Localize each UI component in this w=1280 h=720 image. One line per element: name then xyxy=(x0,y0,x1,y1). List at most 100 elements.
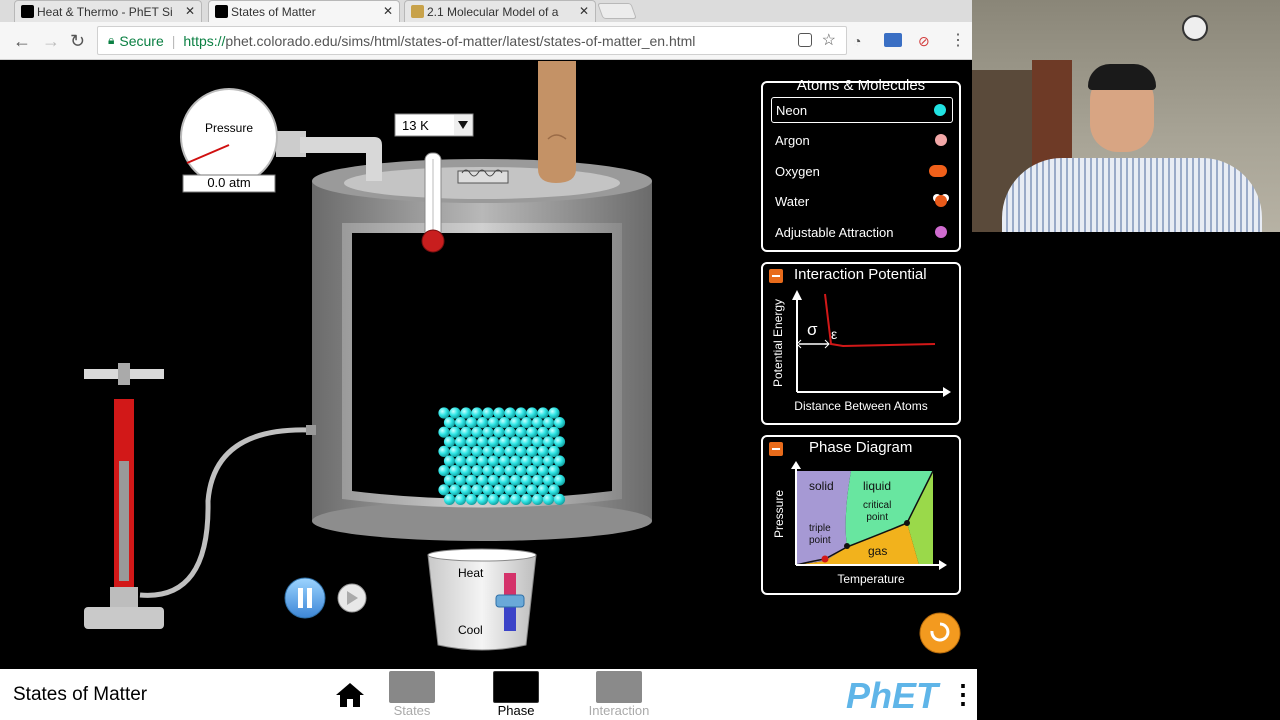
atom-option-neon[interactable]: Neon xyxy=(771,97,953,123)
neon-atom xyxy=(520,474,533,486)
neon-atom xyxy=(460,484,472,496)
neon-atom xyxy=(493,426,505,438)
new-tab-button[interactable] xyxy=(597,3,637,19)
atom-label: Neon xyxy=(776,102,808,118)
neon-atom xyxy=(449,484,461,496)
argon-atom-icon xyxy=(935,134,947,146)
webcam-overlay xyxy=(972,0,1280,232)
neon-atom xyxy=(482,445,494,457)
neon-atom xyxy=(553,474,566,486)
phase-panel-title: Phase Diagram xyxy=(809,439,913,456)
neon-atom xyxy=(526,407,538,419)
url-path: phet.colorado.edu/sims/html/states-of-ma… xyxy=(225,32,696,49)
neon-atom xyxy=(443,417,456,429)
temperature-readout: 13 K xyxy=(402,118,429,133)
water-molecule-icon xyxy=(935,195,947,207)
browser-tab-molecular-model[interactable]: 2.1 Molecular Model of a ✕ xyxy=(404,0,596,22)
back-arrow-icon[interactable]: ← xyxy=(13,31,31,52)
neon-atom xyxy=(476,493,489,505)
liquid-region-label: liquid xyxy=(863,479,892,493)
neon-atom xyxy=(537,484,549,496)
browser-tab-heat-thermo[interactable]: Heat & Thermo - PhET Si ✕ xyxy=(14,0,202,22)
atom-option-adjustable-attraction[interactable]: Adjustable Attraction xyxy=(771,219,953,245)
neon-atom xyxy=(504,484,516,496)
neon-atom xyxy=(515,445,527,457)
translate-icon[interactable] xyxy=(798,33,812,47)
neon-atom xyxy=(460,465,472,477)
lid-handle[interactable] xyxy=(457,169,509,184)
neon-atom xyxy=(460,426,472,438)
neon-atom xyxy=(542,436,555,448)
collapse-phase-icon[interactable] xyxy=(769,442,783,456)
neon-atom xyxy=(449,445,461,457)
bicycle-pump[interactable] xyxy=(84,363,316,629)
home-button[interactable] xyxy=(334,681,366,709)
sigma-label: σ xyxy=(807,320,818,339)
neon-atom xyxy=(487,474,500,486)
extension-block-icon[interactable]: ⊘ xyxy=(918,33,930,50)
atom-option-oxygen[interactable]: Oxygen xyxy=(771,158,953,184)
states-screen-icon xyxy=(389,671,435,703)
neon-atom xyxy=(487,493,500,505)
extension-news-icon[interactable] xyxy=(884,33,902,47)
neon-atom xyxy=(548,465,560,477)
close-tab-icon[interactable]: ✕ xyxy=(579,4,589,18)
neon-atom xyxy=(471,407,483,419)
atoms-panel-title: Atoms & Molecules xyxy=(796,77,926,94)
reset-all-button[interactable] xyxy=(919,612,961,654)
bookmark-star-icon[interactable]: ☆ xyxy=(822,30,836,50)
neon-atom xyxy=(553,455,566,467)
neon-atom xyxy=(548,484,560,496)
neon-atom xyxy=(465,417,478,429)
speed-dial-icon[interactable]: ◔ xyxy=(853,33,861,49)
neon-atom xyxy=(509,417,522,429)
heat-cool-slider-thumb[interactable] xyxy=(495,594,525,608)
screen-tab-interaction[interactable]: Interaction xyxy=(574,671,664,718)
phase-changes-screen-icon xyxy=(493,671,539,703)
neon-atom xyxy=(460,445,472,457)
neon-atom-icon xyxy=(934,104,946,116)
neon-atom xyxy=(493,465,505,477)
screen-label: Interaction xyxy=(588,703,650,718)
pause-button[interactable] xyxy=(284,577,326,619)
neon-atom xyxy=(449,426,461,438)
neon-atom xyxy=(515,484,527,496)
atom-option-water[interactable]: Water xyxy=(771,188,953,214)
neon-atom xyxy=(509,474,522,486)
reload-icon[interactable]: ↻ xyxy=(70,31,85,52)
neon-atom xyxy=(460,407,472,419)
phase-diagram-panel: Phase Diagram solid liquid gas critical xyxy=(761,435,961,595)
solid-region-label: solid xyxy=(809,479,834,493)
close-tab-icon[interactable]: ✕ xyxy=(185,4,195,18)
close-tab-icon[interactable]: ✕ xyxy=(383,4,393,18)
neon-atom xyxy=(438,426,450,438)
home-icon xyxy=(336,683,364,707)
neon-atom xyxy=(520,417,533,429)
browser-tab-states-of-matter[interactable]: States of Matter ✕ xyxy=(208,0,400,22)
screen-tab-phase-changes[interactable]: Phase Changes xyxy=(471,671,561,720)
interaction-potential-panel: Interaction Potential σ ε Potential Ener… xyxy=(761,262,961,425)
neon-atom xyxy=(537,426,549,438)
neon-atom xyxy=(471,465,483,477)
thermometer xyxy=(421,152,445,253)
screen-tab-states[interactable]: States xyxy=(367,671,457,718)
collapse-interaction-icon[interactable] xyxy=(769,269,783,283)
finger-lid-pusher[interactable] xyxy=(538,61,576,183)
neon-atom xyxy=(482,484,494,496)
browser-tabstrip: Heat & Thermo - PhET Si ✕ States of Matt… xyxy=(0,0,972,22)
tab-label: 2.1 Molecular Model of a xyxy=(427,4,559,19)
neon-atom xyxy=(471,445,483,457)
address-bar[interactable]: 🔒︎ Secure | https:// phet.colorado.edu/s… xyxy=(97,26,847,55)
pressure-readout: 0.0 atm xyxy=(207,175,251,190)
neon-atom xyxy=(482,426,494,438)
forward-arrow-icon[interactable]: → xyxy=(42,31,60,52)
neon-atom xyxy=(542,417,555,429)
document-favicon-icon xyxy=(411,5,424,18)
atom-option-argon[interactable]: Argon xyxy=(771,127,953,153)
phet-logo: PhET xyxy=(846,675,939,716)
chrome-menu-icon[interactable]: ⋮ xyxy=(950,30,966,50)
phet-menu-icon[interactable]: ⋮ xyxy=(950,677,976,711)
sim-play-area: Pressure 0.0 atm 13 K Heat Cool Atoms & … xyxy=(0,61,972,669)
phet-favicon-icon xyxy=(21,5,34,18)
neon-atom xyxy=(553,436,566,448)
